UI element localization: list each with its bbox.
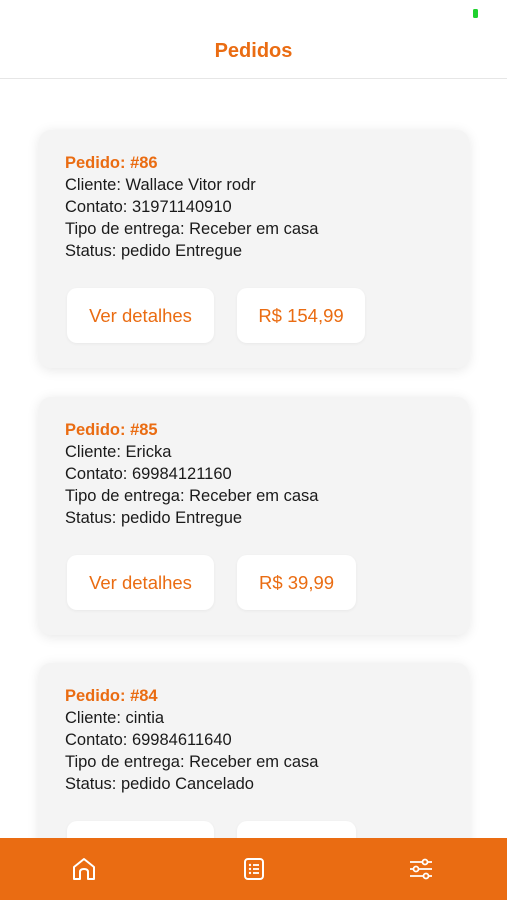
order-client: Cliente: Ericka bbox=[65, 443, 172, 461]
order-delivery-type: Tipo de entrega: Receber em casa bbox=[65, 487, 319, 505]
order-number: Pedido: #86 bbox=[65, 154, 158, 172]
order-card: Pedido: #86 Cliente: Wallace Vitor rodr … bbox=[39, 130, 469, 368]
home-icon bbox=[73, 858, 95, 880]
price-button[interactable]: R$ 39,99 bbox=[237, 555, 356, 610]
order-client: Cliente: Wallace Vitor rodr bbox=[65, 176, 256, 194]
order-info: Pedido: #84 Cliente: cintia Contato: 699… bbox=[65, 685, 449, 795]
price-button[interactable] bbox=[237, 821, 356, 838]
battery-icon bbox=[473, 9, 478, 18]
orders-screen: Pedidos Pedido: #86 Cliente: Wallace Vit… bbox=[0, 0, 507, 900]
list-icon bbox=[244, 858, 264, 880]
order-status: Status: pedido Cancelado bbox=[65, 775, 254, 793]
status-bar bbox=[0, 0, 507, 28]
view-details-button[interactable]: Ver detalhes bbox=[67, 288, 214, 343]
tab-orders[interactable] bbox=[237, 852, 271, 886]
order-info: Pedido: #86 Cliente: Wallace Vitor rodr … bbox=[65, 152, 449, 262]
orders-list[interactable]: Pedido: #86 Cliente: Wallace Vitor rodr … bbox=[0, 79, 507, 838]
price-button[interactable]: R$ 154,99 bbox=[237, 288, 365, 343]
tab-home[interactable] bbox=[67, 852, 101, 886]
header: Pedidos bbox=[0, 28, 507, 79]
tab-settings[interactable] bbox=[404, 852, 438, 886]
view-details-button[interactable] bbox=[67, 821, 214, 838]
bottom-tab-bar bbox=[0, 838, 507, 900]
view-details-button[interactable]: Ver detalhes bbox=[67, 555, 214, 610]
order-delivery-type: Tipo de entrega: Receber em casa bbox=[65, 753, 319, 771]
order-delivery-type: Tipo de entrega: Receber em casa bbox=[65, 220, 319, 238]
order-contact: Contato: 31971140910 bbox=[65, 198, 232, 216]
order-client: Cliente: cintia bbox=[65, 709, 165, 727]
order-status: Status: pedido Entregue bbox=[65, 509, 243, 527]
sliders-icon bbox=[410, 858, 432, 880]
order-contact: Contato: 69984121160 bbox=[65, 465, 232, 483]
order-number: Pedido: #85 bbox=[65, 421, 158, 439]
page-title: Pedidos bbox=[214, 40, 293, 62]
order-card: Pedido: #85 Cliente: Ericka Contato: 699… bbox=[39, 397, 469, 635]
order-card: Pedido: #84 Cliente: cintia Contato: 699… bbox=[39, 663, 469, 838]
order-info: Pedido: #85 Cliente: Ericka Contato: 699… bbox=[65, 419, 449, 529]
order-number: Pedido: #84 bbox=[65, 687, 158, 705]
order-contact: Contato: 69984611640 bbox=[65, 731, 232, 749]
order-status: Status: pedido Entregue bbox=[65, 242, 243, 260]
